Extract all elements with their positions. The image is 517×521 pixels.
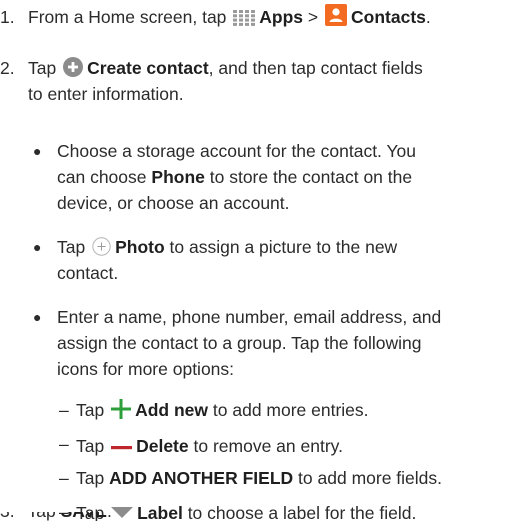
dash-marker: – (59, 400, 69, 420)
document-page: 1. From a Home screen, tap Apps > Contac… (0, 0, 517, 521)
minus-red-icon (111, 431, 133, 457)
dash-marker: – (59, 434, 69, 454)
add-another-field-label: ADD ANOTHER FIELD (109, 468, 294, 488)
bullet-dot: ● (33, 309, 42, 325)
contacts-icon (325, 4, 348, 33)
step-number: 3. (0, 512, 15, 521)
subitem-add-field: – Tap ADD ANOTHER FIELD to add more fiel… (0, 465, 517, 491)
apps-grid-icon (233, 7, 256, 33)
contacts-label: Contacts (351, 7, 426, 27)
subitem-delete: – Tap Delete to remove an entry. (0, 431, 517, 457)
bullet-fields: ● Enter a name, phone number, email addr… (0, 304, 517, 382)
step-1: 1. From a Home screen, tap Apps > Contac… (0, 4, 517, 30)
step-text: From a Home screen, tap (28, 7, 227, 27)
delete-label: Delete (136, 436, 189, 456)
plus-green-icon (111, 399, 132, 426)
create-contact-icon (63, 57, 84, 84)
save-label: SAVE (61, 512, 107, 521)
bullet-photo: ● Tap Photo to assign a picture to the n… (0, 234, 517, 286)
step-number: 2. (0, 58, 15, 78)
step-2: 2. Tap Create contact, and then tap cont… (0, 55, 517, 107)
subitem-add-new: – Tap Add new to add more entries. (0, 397, 517, 423)
step-3: 3. Tap SAVE. (0, 512, 517, 521)
bullet-dot: ● (33, 239, 42, 255)
bullet-storage: ● Choose a storage account for the conta… (0, 138, 517, 216)
dash-marker: – (59, 468, 69, 488)
phone-label: Phone (151, 167, 205, 187)
bullet-dot: ● (33, 143, 42, 159)
photo-label: Photo (115, 237, 165, 257)
step-number: 1. (0, 7, 15, 27)
apps-label: Apps (259, 7, 304, 27)
create-contact-label: Create contact (87, 58, 209, 78)
add-new-label: Add new (135, 400, 209, 420)
